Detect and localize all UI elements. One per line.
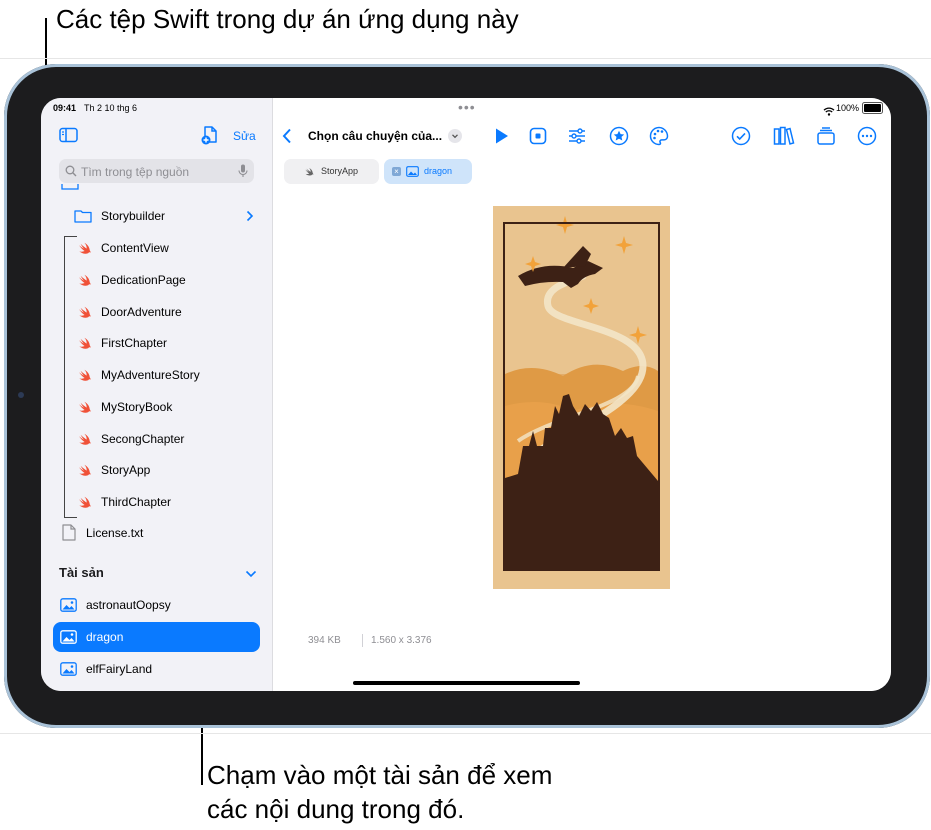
window-stack-icon[interactable] (816, 126, 836, 146)
asset-label: astronautOopsy (86, 598, 171, 612)
star-circle-icon[interactable] (609, 126, 629, 146)
swift-icon (77, 240, 93, 256)
swift-icon (77, 494, 93, 510)
image-icon (60, 630, 77, 644)
status-date: Th 2 10 thg 6 (84, 103, 138, 113)
swift-files-bracket (64, 236, 77, 518)
callout-bottom-1: Chạm vào một tài sản để xem (207, 760, 553, 790)
image-icon (60, 662, 77, 676)
swift-icon (77, 335, 93, 351)
asset-dragon[interactable]: dragon (53, 622, 260, 652)
image-icon (60, 598, 77, 612)
document-icon (62, 524, 76, 541)
asset-label: elfFairyLand (86, 662, 153, 676)
file-label: MyStoryBook (101, 399, 173, 414)
chevron-down-icon[interactable] (245, 570, 257, 578)
sliders-icon[interactable] (568, 127, 586, 145)
dragon-image (493, 206, 670, 589)
microphone-icon[interactable] (238, 164, 248, 178)
swift-icon (77, 272, 93, 288)
main-pane: ••• 100% Chọn câu chuyện của... StoryApp… (273, 98, 891, 691)
wifi-icon (823, 103, 835, 121)
swift-icon (77, 367, 93, 383)
sidebar-toggle-icon[interactable] (59, 127, 79, 143)
image-icon (406, 166, 419, 177)
file-label: DoorAdventure (101, 304, 182, 319)
swift-icon (77, 462, 93, 478)
chevron-right-icon (246, 210, 254, 222)
back-chevron-icon[interactable] (282, 128, 292, 144)
ipad-screen: 09:41 Th 2 10 thg 6 Sửa Tìm trong tệp ng… (41, 98, 891, 691)
close-tab-icon[interactable]: × (392, 167, 401, 176)
library-icon[interactable] (773, 126, 795, 146)
front-camera (18, 392, 24, 398)
file-label: StoryApp (101, 463, 151, 478)
bottom-divider (0, 733, 931, 734)
search-icon (65, 165, 77, 177)
status-time: 09:41 (53, 103, 77, 113)
callout-bottom-2: các nội dung trong đó. (207, 794, 465, 824)
file-label: FirstChapter (101, 336, 168, 351)
multitasking-dots[interactable]: ••• (458, 99, 476, 115)
run-icon[interactable] (494, 127, 510, 145)
palette-icon[interactable] (649, 126, 669, 146)
asset-elffairyland[interactable]: elfFairyLand (41, 654, 272, 684)
hidden-folder-row (61, 184, 81, 190)
file-label: DedicationPage (101, 272, 186, 287)
assets-header[interactable]: Tài sản (59, 565, 104, 580)
folder-icon (74, 210, 92, 223)
battery-percent: 100% (836, 103, 860, 113)
asset-astronautoopsy[interactable]: astronautOopsy (41, 590, 272, 620)
folder-label: Storybuilder (101, 209, 166, 223)
new-file-icon[interactable] (200, 125, 220, 145)
tab-label: dragon (424, 166, 453, 176)
meta-divider (362, 634, 363, 647)
stop-icon[interactable] (529, 127, 547, 145)
image-dimensions: 1.560 x 3.376 (371, 635, 432, 646)
file-size: 394 KB (308, 635, 341, 646)
file-label: ThirdChapter (101, 495, 172, 509)
search-input[interactable]: Tìm trong tệp nguồn (59, 159, 254, 183)
file-license[interactable]: License.txt (41, 518, 272, 548)
asset-label: dragon (86, 630, 124, 644)
tab-dragon[interactable]: × dragon (384, 159, 472, 184)
swift-icon (77, 304, 93, 320)
tab-storyapp[interactable]: StoryApp (284, 159, 379, 184)
checkmark-circle-icon[interactable] (731, 126, 751, 146)
file-label: SecongChapter (101, 431, 185, 446)
top-divider (0, 58, 931, 59)
title-menu-chevron-icon[interactable] (448, 129, 462, 143)
file-label: ContentView (101, 241, 169, 255)
file-label: MyAdventureStory (101, 368, 200, 382)
license-label: License.txt (86, 526, 144, 540)
document-title[interactable]: Chọn câu chuyện của... (308, 129, 442, 143)
tab-label: StoryApp (321, 166, 359, 176)
swift-icon (305, 167, 314, 176)
search-placeholder: Tìm trong tệp nguồn (81, 165, 190, 179)
swift-icon (77, 399, 93, 415)
battery-icon (862, 102, 883, 114)
callout-top: Các tệp Swift trong dự án ứng dụng này (56, 4, 519, 34)
edit-button[interactable]: Sửa (233, 129, 256, 143)
home-indicator[interactable] (353, 681, 580, 685)
folder-storybuilder[interactable]: Storybuilder (41, 201, 272, 231)
more-options-icon[interactable] (857, 126, 877, 146)
swift-icon (77, 431, 93, 447)
